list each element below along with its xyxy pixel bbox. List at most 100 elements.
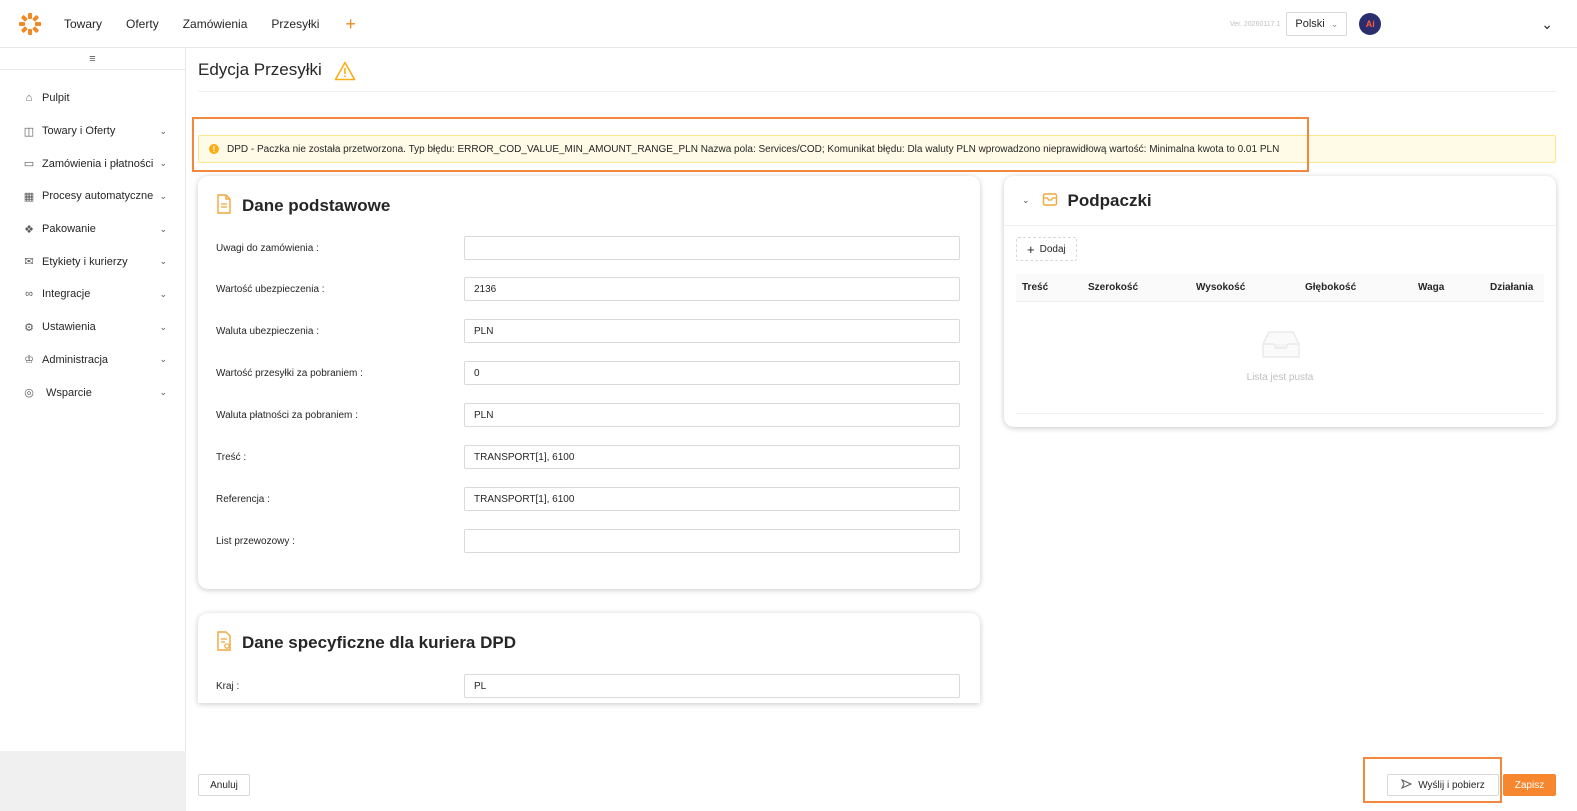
chevron-down-icon: ⌄ bbox=[159, 190, 167, 201]
sidebar-item-label: Pulpit bbox=[42, 92, 70, 105]
field-label: Wartość przesyłki za pobraniem : bbox=[216, 367, 363, 379]
language-select[interactable]: Polski ⌄ bbox=[1286, 12, 1348, 36]
field-label: Waluta ubezpieczenia : bbox=[216, 325, 320, 337]
link-icon: ∞ bbox=[25, 288, 33, 301]
gear-icon: ⚙ bbox=[24, 321, 34, 334]
admin-icon: ♔ bbox=[24, 354, 34, 367]
column-header: Wysokość bbox=[1196, 282, 1246, 293]
field-label: Treść : bbox=[216, 451, 247, 463]
sidebar-item-label: Pakowanie bbox=[42, 223, 96, 236]
content-input[interactable]: TRANSPORT[1], 6100 bbox=[464, 445, 960, 469]
sidebar-item-label: Towary i Oferty bbox=[42, 125, 116, 138]
app-logo[interactable] bbox=[18, 12, 42, 36]
card-title: Dane specyficzne dla kuriera DPD bbox=[242, 632, 517, 652]
sidebar-item-towary-i-oferty[interactable]: ◫ Towary i Oferty ⌄ bbox=[0, 115, 185, 148]
reference-input[interactable]: TRANSPORT[1], 6100 bbox=[464, 487, 960, 511]
sidebar-item-wsparcie[interactable]: ◎ Wsparcie ⌄ bbox=[0, 376, 185, 409]
avatar[interactable]: Ai bbox=[1359, 13, 1382, 35]
support-icon: ◎ bbox=[24, 387, 34, 400]
sidebar-item-administracja[interactable]: ♔ Administracja ⌄ bbox=[0, 344, 185, 377]
sidebar-item-label: Wsparcie bbox=[46, 386, 92, 399]
subpackages-card: ⌄ Podpaczki + Dodaj Treść Szerokość Wyso… bbox=[1004, 176, 1556, 427]
form-row: Kraj : PL bbox=[216, 674, 962, 698]
column-header: Treść bbox=[1022, 282, 1049, 293]
cod-currency-input[interactable]: PLN bbox=[464, 403, 960, 427]
dpd-data-card: Dane specyficzne dla kuriera DPD Kraj : … bbox=[198, 613, 980, 703]
nav-towary[interactable]: Towary bbox=[64, 17, 102, 31]
form-row: Waluta ubezpieczenia : PLN bbox=[216, 319, 962, 343]
version-label: Ver. 20260117.1 bbox=[1229, 20, 1281, 28]
mail-icon: ✉ bbox=[24, 256, 34, 269]
form-row: Wartość ubezpieczenia : 2136 bbox=[216, 277, 962, 301]
sidebar-menu: ⌂ Pulpit ◫ Towary i Oferty ⌄ ▭ Zamówieni… bbox=[0, 70, 185, 409]
nav-zamowienia[interactable]: Zamówienia bbox=[183, 17, 248, 31]
card-header: ⌄ Podpaczki bbox=[1004, 176, 1556, 226]
sidebar-item-label: Administracja bbox=[42, 353, 109, 366]
chevron-down-icon: ⌄ bbox=[159, 223, 167, 234]
language-value: Polski bbox=[1295, 18, 1325, 30]
card-title: Podpaczki bbox=[1067, 190, 1152, 210]
nav-add-button[interactable]: + bbox=[345, 15, 356, 33]
nav-przesylki[interactable]: Przesyłki bbox=[271, 17, 319, 31]
field-label: Uwagi do zamówienia : bbox=[216, 242, 319, 254]
document-icon bbox=[216, 194, 232, 217]
waybill-input[interactable] bbox=[464, 529, 960, 553]
sidebar-item-ustawienia[interactable]: ⚙ Ustawienia ⌄ bbox=[0, 311, 185, 344]
bag-icon: ◫ bbox=[23, 125, 35, 138]
sidebar-item-label: Etykiety i kurierzy bbox=[42, 255, 128, 268]
sidebar-item-zamowienia[interactable]: ▭ Zamówienia i płatności ⌄ bbox=[0, 147, 185, 180]
send-highlight-frame bbox=[1363, 757, 1502, 803]
sidebar-item-label: Integracje bbox=[42, 288, 91, 301]
field-label: Wartość ubezpieczenia : bbox=[216, 283, 325, 295]
country-input[interactable]: PL bbox=[464, 674, 960, 698]
chevron-down-icon: ⌄ bbox=[159, 387, 167, 398]
card-header: Dane podstawowe bbox=[198, 176, 980, 217]
plus-icon: + bbox=[1027, 241, 1035, 257]
column-header: Głębokość bbox=[1305, 282, 1357, 293]
field-label: Kraj : bbox=[216, 680, 240, 692]
add-subpackage-button[interactable]: + Dodaj bbox=[1016, 237, 1077, 261]
form-row: Wartość przesyłki za pobraniem : 0 bbox=[216, 361, 962, 385]
top-right-controls: Ver. 20260117.1 Polski ⌄ Ai ⌄ bbox=[1230, 0, 1577, 48]
page-header: Edycja Przesyłki bbox=[198, 60, 1556, 92]
top-bar: Towary Oferty Zamówienia Przesyłki + Ver… bbox=[0, 0, 1577, 48]
home-icon: ⌂ bbox=[25, 92, 33, 105]
warning-icon bbox=[334, 61, 356, 84]
cancel-button[interactable]: Anuluj bbox=[198, 774, 250, 796]
chevron-down-icon[interactable]: ⌄ bbox=[1022, 195, 1030, 206]
chevron-down-icon: ⌄ bbox=[159, 125, 167, 136]
chevron-down-icon: ⌄ bbox=[1330, 18, 1339, 29]
sidebar-item-label: Ustawienia bbox=[42, 321, 96, 334]
field-label: List przewozowy : bbox=[216, 535, 295, 547]
empty-inbox-icon bbox=[1261, 330, 1301, 363]
add-label: Dodaj bbox=[1039, 243, 1066, 255]
sidebar-item-integracje[interactable]: ∞ Integracje ⌄ bbox=[0, 278, 185, 311]
save-button[interactable]: Zapisz bbox=[1503, 774, 1556, 796]
sidebar-item-pakowanie[interactable]: ❖ Pakowanie ⌄ bbox=[0, 213, 185, 246]
field-label: Referencja : bbox=[216, 493, 270, 505]
sidebar: ≡ ⌂ Pulpit ◫ Towary i Oferty ⌄ ▭ Zamówie… bbox=[0, 48, 186, 751]
sidebar-item-procesy[interactable]: ▦ Procesy automatyczne ⌄ bbox=[0, 180, 185, 213]
chevron-down-icon: ⌄ bbox=[159, 321, 167, 332]
form-row: Waluta płatności za pobraniem : PLN bbox=[216, 403, 962, 427]
empty-state: Lista jest pusta bbox=[1016, 302, 1544, 414]
column-header: Szerokość bbox=[1088, 282, 1139, 293]
sidebar-item-pulpit[interactable]: ⌂ Pulpit bbox=[0, 82, 185, 115]
sidebar-item-etykiety[interactable]: ✉ Etykiety i kurierzy ⌄ bbox=[0, 245, 185, 278]
chevron-down-icon: ⌄ bbox=[159, 354, 167, 365]
order-notes-input[interactable] bbox=[464, 236, 960, 260]
chevron-down-icon: ⌄ bbox=[159, 256, 167, 267]
process-icon: ▦ bbox=[23, 190, 35, 203]
chevron-down-icon[interactable]: ⌄ bbox=[1541, 16, 1553, 33]
column-header: Działania bbox=[1490, 282, 1534, 293]
nav-oferty[interactable]: Oferty bbox=[126, 17, 159, 31]
sidebar-item-label: Zamówienia i płatności bbox=[42, 157, 154, 170]
insurance-value-input[interactable]: 2136 bbox=[464, 277, 960, 301]
page-title: Edycja Przesyłki bbox=[198, 60, 322, 79]
sidebar-collapse-button[interactable]: ≡ bbox=[0, 48, 185, 70]
insurance-currency-input[interactable]: PLN bbox=[464, 319, 960, 343]
document-settings-icon bbox=[216, 631, 232, 654]
menu-fold-icon: ≡ bbox=[89, 52, 96, 65]
cod-value-input[interactable]: 0 bbox=[464, 361, 960, 385]
chevron-down-icon: ⌄ bbox=[159, 158, 167, 169]
